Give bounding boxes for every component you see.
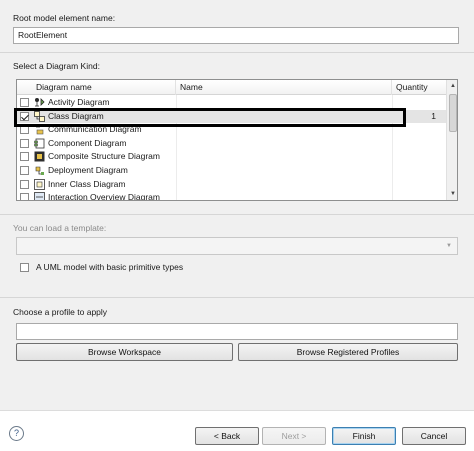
table-row[interactable]: Communication Diagram [17, 123, 446, 136]
scroll-down-arrow-icon[interactable]: ▼ [447, 188, 457, 200]
diagram-checkbox[interactable] [20, 193, 29, 200]
diagram-checkbox[interactable] [20, 152, 29, 162]
section-divider [0, 297, 474, 298]
section-divider [0, 52, 474, 53]
template-combo[interactable]: ▼ [16, 237, 458, 255]
diagram-kind-label: Select a Diagram Kind: [13, 61, 100, 71]
table-row[interactable]: Activity Diagram [17, 96, 446, 109]
table-row[interactable]: Deployment Diagram [17, 164, 446, 177]
table-row[interactable]: Composite Structure Diagram [17, 150, 446, 163]
back-button[interactable]: < Back [195, 427, 259, 445]
table-row[interactable]: Inner Class Diagram [17, 178, 446, 191]
scroll-up-arrow-icon[interactable]: ▲ [447, 80, 457, 92]
inner-class-diagram-icon [34, 178, 45, 190]
diagram-name: Communication Diagram [48, 124, 142, 135]
table-row[interactable]: Component Diagram [17, 137, 446, 150]
diagram-quantity[interactable]: 1 [386, 110, 436, 123]
communication-diagram-icon [34, 124, 45, 135]
browse-workspace-button[interactable]: Browse Workspace [16, 343, 233, 361]
diagram-name: Interaction Overview Diagram [48, 192, 160, 201]
column-header-quantity[interactable]: Quantity [392, 80, 446, 95]
diagram-checkbox[interactable] [20, 98, 29, 107]
diagram-checkbox[interactable] [20, 166, 29, 175]
profile-path-field[interactable] [16, 323, 458, 340]
profile-label: Choose a profile to apply [13, 307, 108, 317]
diagram-checkbox[interactable] [20, 111, 29, 121]
diagram-name: Activity Diagram [48, 97, 110, 107]
column-header-diagram-name[interactable]: Diagram name [17, 80, 176, 95]
basic-primitive-types-checkbox[interactable] [20, 263, 29, 272]
diagram-name: Composite Structure Diagram [48, 151, 160, 162]
activity-diagram-icon [34, 97, 45, 108]
root-element-name-field[interactable]: RootElement [13, 27, 459, 44]
diagram-name: Class Diagram [48, 110, 104, 121]
diagram-checkbox[interactable] [20, 138, 29, 148]
cancel-button[interactable]: Cancel [402, 427, 466, 445]
component-diagram-icon [34, 138, 45, 149]
diagram-kind-table[interactable]: Diagram name Name Quantity Activity Diag… [16, 79, 458, 201]
table-vertical-scrollbar[interactable]: ▲ ▼ [446, 80, 457, 200]
diagram-checkbox[interactable] [20, 179, 29, 189]
browse-registered-profiles-button[interactable]: Browse Registered Profiles [238, 343, 458, 361]
deployment-diagram-icon [34, 165, 45, 176]
finish-button[interactable]: Finish [332, 427, 396, 445]
column-header-name[interactable]: Name [176, 80, 392, 95]
class-diagram-icon [34, 110, 45, 122]
composite-structure-diagram-icon [34, 151, 45, 162]
table-row[interactable]: Interaction Overview Diagram [17, 191, 446, 201]
template-label: You can load a template: [13, 223, 107, 233]
help-icon[interactable]: ? [9, 426, 24, 441]
diagram-name: Deployment Diagram [48, 165, 128, 175]
table-row[interactable]: Class Diagram 1 [17, 109, 446, 123]
diagram-checkbox[interactable] [20, 125, 29, 135]
root-element-label: Root model element name: [13, 13, 116, 23]
section-divider [0, 214, 474, 215]
scrollbar-thumb[interactable] [449, 94, 457, 132]
interaction-overview-diagram-icon [34, 192, 45, 200]
wizard-page: Root model element name: RootElement Sel… [0, 0, 474, 411]
combo-dropdown-icon[interactable]: ▼ [441, 238, 457, 254]
diagram-name: Component Diagram [48, 137, 127, 148]
next-button[interactable]: Next > [262, 427, 326, 445]
basic-primitive-types-label: A UML model with basic primitive types [36, 262, 184, 272]
diagram-name: Inner Class Diagram [48, 178, 126, 189]
table-header: Diagram name Name Quantity [17, 80, 446, 95]
